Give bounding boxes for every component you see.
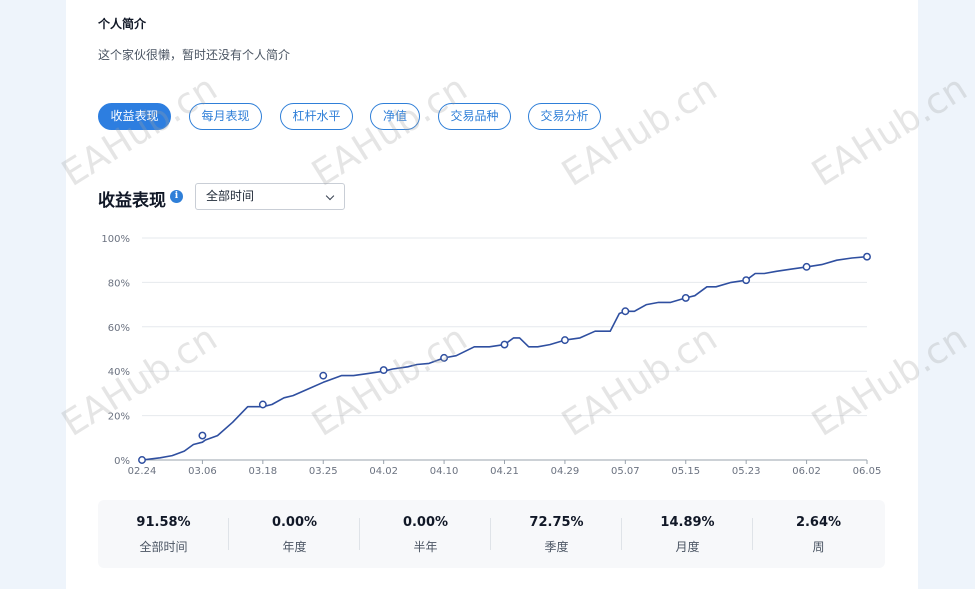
stat-quarter: 72.75% 季度 (491, 500, 622, 568)
data-point (379, 366, 388, 375)
y-tick-label: 40% (108, 367, 130, 378)
tab-monthly[interactable]: 每月表现 (189, 103, 262, 130)
performance-chart: 0%20%40%60%80%100%02.24 03.06 03.18 03.25 04… (101, 234, 882, 477)
period-select[interactable]: 全部时间 (195, 183, 345, 210)
y-tick-label: 80% (108, 278, 130, 289)
stat-label: 周 (812, 540, 825, 554)
stat-week: 2.64% 周 (753, 500, 884, 568)
series-line (141, 255, 868, 461)
stat-label: 年度 (282, 540, 307, 554)
stat-value: 0.00% (271, 515, 318, 530)
tab-leverage[interactable]: 杠杆水平 (280, 103, 353, 130)
data-point (863, 252, 871, 261)
data-point (560, 336, 569, 345)
x-tick-label: 04.21 (490, 466, 519, 477)
period-select-value: 全部时间 (206, 189, 255, 203)
stats-bar: 91.58% 全部时间 0.00% 年度 0.00% 半年 72.75% 季度 … (98, 500, 885, 568)
stat-value: 2.64% (795, 515, 842, 530)
tab-equity[interactable]: 净值 (370, 103, 420, 130)
x-tick-label: 04.10 (430, 466, 459, 477)
stat-month: 14.89% 月度 (622, 500, 753, 568)
stat-label: 月度 (675, 540, 700, 554)
x-tick-label: 03.06 (188, 466, 217, 477)
stat-label: 半年 (413, 540, 438, 554)
x-tick-label: 02.24 (128, 466, 157, 477)
info-icon[interactable]: i (170, 190, 183, 203)
data-point (500, 340, 509, 349)
y-tick-label: 100% (101, 234, 130, 245)
data-point (440, 353, 449, 362)
stat-all-time: 91.58% 全部时间 (98, 500, 229, 568)
data-point (138, 456, 146, 464)
data-point (319, 371, 328, 380)
data-point (681, 293, 690, 302)
bio-title: 个人简介 (98, 17, 147, 31)
x-tick-label: 03.18 (249, 466, 278, 477)
x-tick-label: 03.25 (309, 466, 338, 477)
stat-value: 0.00% (402, 515, 449, 530)
x-tick-label: 06.02 (792, 466, 821, 477)
stat-label: 全部时间 (139, 540, 188, 554)
x-tick-label: 05.23 (732, 466, 761, 477)
data-point (198, 431, 207, 440)
stat-value: 72.75% (529, 515, 584, 530)
chevron-down-icon (325, 191, 335, 201)
tab-performance[interactable]: 收益表现 (98, 103, 171, 130)
x-tick-label: 05.15 (671, 466, 700, 477)
x-tick-label: 06.05 (853, 466, 882, 477)
y-tick-label: 60% (108, 323, 130, 334)
stat-value: 91.58% (136, 515, 191, 530)
stat-half-year: 0.00% 半年 (360, 500, 491, 568)
stat-year: 0.00% 年度 (229, 500, 360, 568)
data-point (258, 400, 267, 409)
stat-label: 季度 (544, 540, 569, 554)
section-title: 收益表现 (98, 191, 166, 211)
stat-value: 14.89% (660, 515, 715, 530)
data-point (621, 307, 630, 316)
x-tick-label: 04.29 (551, 466, 580, 477)
x-tick-label: 04.02 (369, 466, 398, 477)
tab-symbols[interactable]: 交易品种 (438, 103, 511, 130)
data-point (802, 262, 811, 271)
bio-text: 这个家伙很懒，暂时还没有个人简介 (98, 48, 291, 62)
data-point (742, 276, 751, 285)
x-tick-label: 05.07 (611, 466, 640, 477)
tab-analysis[interactable]: 交易分析 (528, 103, 601, 130)
y-tick-label: 20% (108, 412, 130, 423)
